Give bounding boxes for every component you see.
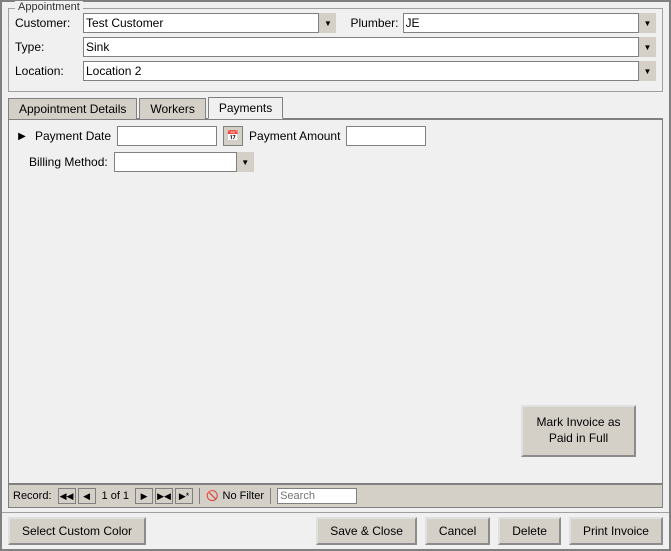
- plumber-label: Plumber:: [350, 16, 398, 30]
- record-nav-label: Record:: [13, 490, 52, 502]
- nav-separator-2: [270, 488, 271, 504]
- select-custom-color-button[interactable]: Select Custom Color: [8, 517, 146, 545]
- calendar-button[interactable]: 📅: [223, 126, 243, 146]
- location-label: Location:: [15, 64, 79, 78]
- nav-separator: [199, 488, 200, 504]
- group-legend: Appointment: [15, 1, 83, 13]
- location-select[interactable]: Location 2: [83, 61, 656, 81]
- customer-select[interactable]: Test Customer: [83, 13, 336, 33]
- payment-date-input[interactable]: [117, 126, 217, 146]
- bottom-bar: Select Custom Color Save & Close Cancel …: [2, 512, 669, 549]
- bottom-right-buttons: Save & Close Cancel Delete Print Invoice: [316, 517, 663, 545]
- location-select-wrapper[interactable]: Location 2 ▼: [83, 61, 656, 81]
- billing-method-select[interactable]: [114, 152, 254, 172]
- nav-first-button[interactable]: ◀◀: [58, 488, 76, 504]
- billing-method-label: Billing Method:: [29, 155, 108, 169]
- plumber-select[interactable]: JE: [403, 13, 656, 33]
- record-nav: Record: ◀◀ ◀ 1 of 1 ▶ ▶◀ ▶* 🚫 No Filter: [8, 484, 663, 508]
- row-indicator: ▶: [15, 131, 29, 142]
- location-row: Location: Location 2 ▼: [15, 61, 656, 81]
- appointment-group: Appointment Customer: Test Customer ▼ Pl…: [8, 8, 663, 92]
- payments-tab-content: ▶ Payment Date 📅 Payment Amount Billing …: [8, 119, 663, 484]
- customer-label: Customer:: [15, 16, 79, 30]
- nav-search-input[interactable]: [277, 488, 357, 504]
- customer-select-wrapper[interactable]: Test Customer ▼: [83, 13, 336, 33]
- mark-invoice-paid-button[interactable]: Mark Invoice as Paid in Full: [521, 405, 636, 457]
- nav-filter: 🚫 No Filter: [206, 490, 264, 502]
- nav-next-button[interactable]: ▶: [135, 488, 153, 504]
- tab-payments[interactable]: Payments: [208, 97, 283, 119]
- nav-record-text: 1 of 1: [102, 490, 130, 502]
- cancel-button[interactable]: Cancel: [425, 517, 490, 545]
- type-row: Type: Sink ▼: [15, 37, 656, 57]
- print-invoice-button[interactable]: Print Invoice: [569, 517, 663, 545]
- tabs-container: Appointment Details Workers Payments: [8, 96, 663, 119]
- plumber-select-wrapper[interactable]: JE ▼: [403, 13, 656, 33]
- payment-date-label: Payment Date: [35, 129, 111, 143]
- billing-method-select-wrapper[interactable]: ▼: [114, 152, 254, 172]
- no-filter-label: No Filter: [223, 490, 265, 502]
- payment-date-row: ▶ Payment Date 📅 Payment Amount: [15, 126, 656, 146]
- nav-prev-button[interactable]: ◀: [78, 488, 96, 504]
- no-filter-icon: 🚫: [206, 491, 218, 502]
- type-select[interactable]: Sink: [83, 37, 656, 57]
- customer-row: Customer: Test Customer ▼ Plumber: JE ▼: [15, 13, 656, 33]
- dialog: Appointment Customer: Test Customer ▼ Pl…: [0, 0, 671, 551]
- tab-appointment-details[interactable]: Appointment Details: [8, 98, 137, 119]
- payment-amount-label: Payment Amount: [249, 129, 340, 143]
- payments-content-area: Mark Invoice as Paid in Full: [15, 172, 656, 477]
- nav-last-button[interactable]: ▶◀: [155, 488, 173, 504]
- billing-method-row: Billing Method: ▼: [29, 152, 656, 172]
- delete-button[interactable]: Delete: [498, 517, 561, 545]
- save-close-button[interactable]: Save & Close: [316, 517, 417, 545]
- tab-workers[interactable]: Workers: [139, 98, 205, 119]
- type-select-wrapper[interactable]: Sink ▼: [83, 37, 656, 57]
- payment-amount-input[interactable]: [346, 126, 426, 146]
- nav-new-button[interactable]: ▶*: [175, 488, 193, 504]
- type-label: Type:: [15, 40, 79, 54]
